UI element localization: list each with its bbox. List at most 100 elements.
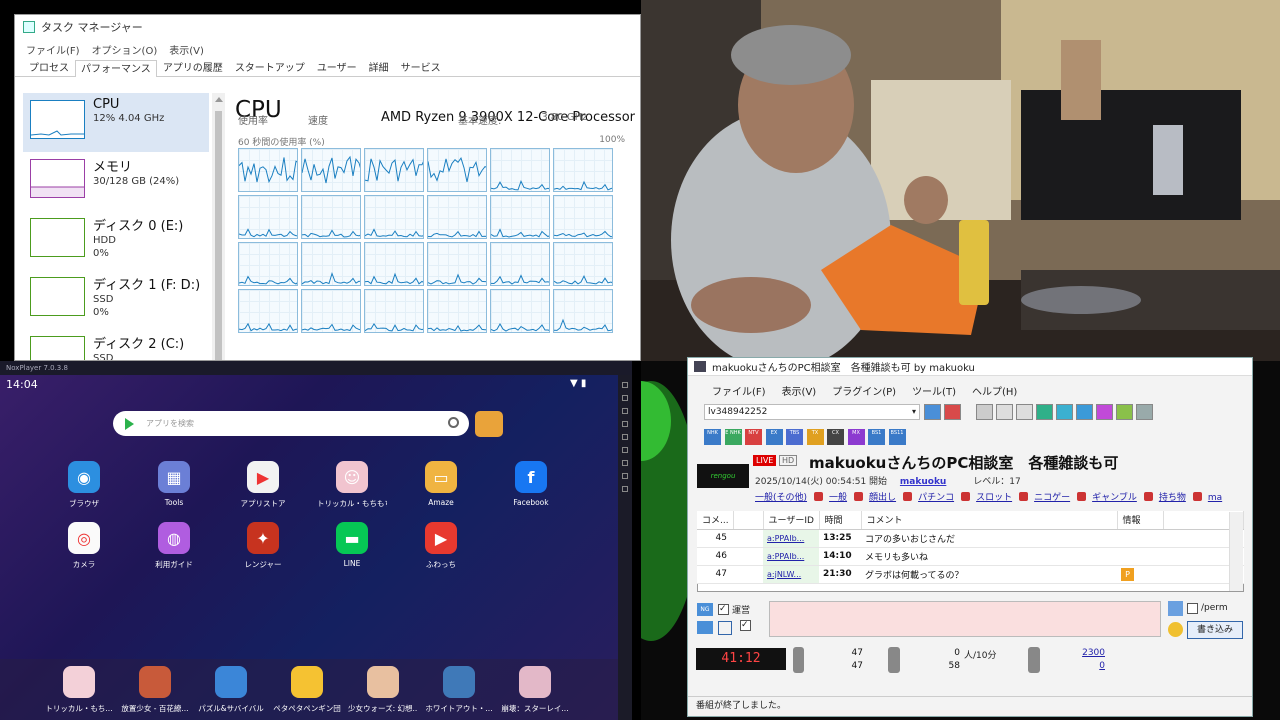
upload-icon[interactable] (1036, 404, 1053, 420)
col-info[interactable]: 情報 (1117, 511, 1164, 530)
pen-icon[interactable] (1168, 601, 1183, 616)
app-icon[interactable]: ☺ トリッカル・もちもち... (317, 461, 387, 509)
col-no[interactable]: コメ... (697, 511, 734, 530)
tv-channel-button[interactable]: TX (806, 429, 824, 445)
tool-icon[interactable] (1016, 404, 1033, 420)
tool-icon[interactable] (976, 404, 993, 420)
tv-channel-button[interactable]: CX (827, 429, 844, 445)
toolbar-button[interactable] (622, 395, 628, 401)
program-tag[interactable]: パチンコ (918, 493, 954, 503)
program-tag[interactable]: ma (1208, 493, 1222, 503)
dock-app-icon[interactable]: パズル&サバイバル (196, 666, 266, 714)
app-icon[interactable]: ✦ レンジャー (228, 522, 298, 570)
tv-channel-button[interactable]: EX (765, 429, 783, 445)
users-icon[interactable] (1056, 404, 1073, 420)
comment-row[interactable]: 46 a:PPAIb... 14:10 メモリも多いね (697, 547, 1244, 566)
comment-row[interactable]: 45 a:PPAIb... 13:25 コアの多いおじさんだ (697, 529, 1244, 548)
tv-channel-button[interactable]: E NHK (724, 429, 742, 445)
dock-app-icon[interactable]: ホワイトアウト・... (424, 666, 494, 714)
app-icon[interactable]: f Facebook (496, 461, 566, 507)
dock-app-icon[interactable]: 放置少女 - 百花繚... (120, 666, 190, 714)
comment-row[interactable]: 47 a:jNLW... 21:30 グラボは何載ってるの？ P (697, 565, 1244, 584)
post-comment-button[interactable]: 書き込み (1187, 621, 1243, 639)
resource-disk-2[interactable]: ディスク 2 (C:) SSD (23, 329, 209, 360)
app-icon[interactable]: ◍ 利用ガイド (139, 522, 209, 570)
tv-channel-button[interactable]: NTV (745, 429, 762, 445)
col-comment[interactable]: コメント (861, 511, 1118, 530)
ad-points-link[interactable]: 2300 (1048, 648, 1105, 658)
resource-list-scrollbar[interactable] (212, 93, 225, 360)
program-tag[interactable]: 顔出し (869, 493, 896, 503)
app-icon[interactable]: ▶ ふわっち (406, 522, 476, 570)
toolbar-button[interactable] (622, 460, 628, 466)
program-tag[interactable]: スロット (976, 493, 1012, 503)
gift-icon[interactable] (475, 411, 503, 437)
search-icon[interactable] (448, 417, 459, 428)
menu-file[interactable]: ファイル(F) (26, 42, 80, 57)
scrollbar-thumb[interactable] (215, 111, 222, 360)
app-icon[interactable]: ◉ ブラウザ (49, 461, 119, 509)
anon-checkbox[interactable]: ✓ (740, 620, 751, 631)
disconnect-icon[interactable] (944, 404, 961, 420)
tv-channel-button[interactable]: BS1 (868, 429, 885, 445)
program-tag[interactable]: 持ち物 (1159, 493, 1186, 503)
tab-services[interactable]: サービス (395, 59, 447, 76)
tv-channel-button[interactable]: BS11 (888, 429, 906, 445)
toolbar-button[interactable] (622, 486, 628, 492)
broadcaster-link[interactable]: makuoku (900, 477, 946, 487)
comment-input[interactable] (769, 601, 1161, 637)
tab-app-history[interactable]: アプリの履歴 (157, 59, 229, 76)
live-id-combobox[interactable]: lv348942252 (704, 404, 920, 420)
program-tag[interactable]: 一般 (829, 493, 847, 503)
dock-app-icon[interactable]: 少女ウォーズ: 幻想... (348, 666, 418, 714)
toolbar-button[interactable] (622, 434, 628, 440)
toolbar-button[interactable] (622, 382, 628, 388)
tab-startup[interactable]: スタートアップ (229, 59, 311, 76)
tool-icon[interactable] (1116, 404, 1133, 420)
toolbar-button[interactable] (622, 421, 628, 427)
tab-processes[interactable]: プロセス (23, 59, 75, 76)
menu-help[interactable]: ヘルプ(H) (972, 383, 1017, 398)
tv-channel-button[interactable]: TBS (786, 429, 803, 445)
emoji-icon[interactable] (1168, 622, 1183, 637)
ng-button[interactable]: NG (697, 603, 713, 616)
resource-disk-1[interactable]: ディスク 1 (F: D:) SSD 0% (23, 270, 209, 329)
tab-details[interactable]: 詳細 (363, 59, 395, 76)
tv-channel-button[interactable]: NHK (704, 429, 721, 445)
toolbar-button[interactable] (622, 447, 628, 453)
dock-app-icon[interactable]: トリッカル・もち... (44, 666, 114, 714)
perm-checkbox[interactable] (1187, 603, 1198, 614)
menu-plugin[interactable]: プラグイン(P) (832, 383, 896, 398)
app-icon[interactable]: ▶ アプリストア (228, 461, 298, 509)
toolbar-button[interactable] (622, 408, 628, 414)
dock-app-icon[interactable]: ペタペタペンギン団 (272, 666, 342, 714)
search-icon[interactable] (1096, 404, 1113, 420)
resource-memory[interactable]: メモリ 30/128 GB (24%) (23, 152, 209, 211)
resource-disk-0[interactable]: ディスク 0 (E:) HDD 0% (23, 211, 209, 270)
tool-icon[interactable] (1076, 404, 1093, 420)
program-tag[interactable]: ニコゲー (1034, 493, 1070, 503)
tool-icon[interactable] (996, 404, 1013, 420)
list-icon[interactable] (718, 621, 732, 635)
unei-checkbox[interactable]: ✓ (718, 604, 729, 615)
program-tag[interactable]: 一般(その他) (755, 493, 807, 503)
connect-icon[interactable] (924, 404, 941, 420)
comment-scrollbar[interactable] (1229, 512, 1243, 591)
resource-cpu[interactable]: CPU 12% 4.04 GHz (23, 93, 209, 152)
dock-app-icon[interactable]: 崩壊：スターレイ... (500, 666, 570, 714)
tv-channel-button[interactable]: MX (847, 429, 865, 445)
toolbar-button[interactable] (622, 473, 628, 479)
menu-view[interactable]: 表示(V) (782, 383, 817, 398)
gift-points-link[interactable]: 0 (1048, 661, 1105, 671)
menu-file[interactable]: ファイル(F) (712, 383, 766, 398)
program-tag[interactable]: ギャンブル (1092, 493, 1137, 503)
keyboard-icon[interactable] (697, 621, 713, 634)
col-time[interactable]: 時間 (819, 511, 862, 530)
tab-performance[interactable]: パフォーマンス (75, 60, 157, 77)
menu-options[interactable]: オプション(O) (92, 42, 158, 57)
app-icon[interactable]: ◎ カメラ (49, 522, 119, 570)
settings-icon[interactable] (1136, 404, 1153, 420)
menu-view[interactable]: 表示(V) (169, 42, 204, 57)
app-icon[interactable]: ▦ Tools (139, 461, 209, 507)
col-user-id[interactable]: ユーザーID (763, 511, 820, 530)
